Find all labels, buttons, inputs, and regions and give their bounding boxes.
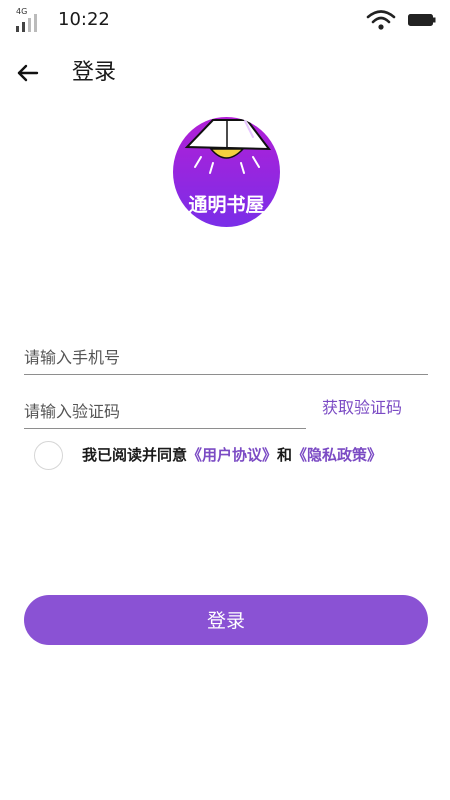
agreement-text: 我已阅读并同意《用户协议》和《隐私政策》 bbox=[82, 445, 382, 465]
app-bar: 登录 bbox=[0, 50, 450, 96]
agreement-prefix: 我已阅读并同意 bbox=[82, 446, 188, 464]
status-time: 10:22 bbox=[58, 9, 110, 30]
page-title: 登录 bbox=[72, 60, 117, 85]
user-agreement-link[interactable]: 《用户协议》 bbox=[187, 446, 277, 464]
agreement-row: 我已阅读并同意《用户协议》和《隐私政策》 bbox=[34, 440, 434, 470]
battery-icon bbox=[408, 14, 436, 26]
logo-text: 通明书屋 bbox=[188, 194, 264, 216]
app-logo: 通明书屋 bbox=[173, 117, 280, 227]
code-input[interactable] bbox=[24, 394, 306, 428]
arrow-left-icon bbox=[17, 64, 39, 82]
agree-checkbox[interactable] bbox=[34, 441, 63, 470]
status-bar: 4G 10:22 bbox=[0, 0, 450, 40]
phone-field bbox=[24, 340, 428, 375]
back-button[interactable] bbox=[10, 56, 44, 90]
wifi-icon bbox=[366, 10, 396, 30]
signal-icon bbox=[16, 14, 37, 32]
get-code-button[interactable]: 获取验证码 bbox=[322, 397, 402, 419]
phone-input[interactable] bbox=[24, 340, 428, 374]
agreement-conjunction: 和 bbox=[277, 446, 293, 464]
code-field bbox=[24, 394, 306, 429]
privacy-policy-link[interactable]: 《隐私政策》 bbox=[292, 446, 382, 464]
login-button[interactable]: 登录 bbox=[24, 595, 428, 645]
